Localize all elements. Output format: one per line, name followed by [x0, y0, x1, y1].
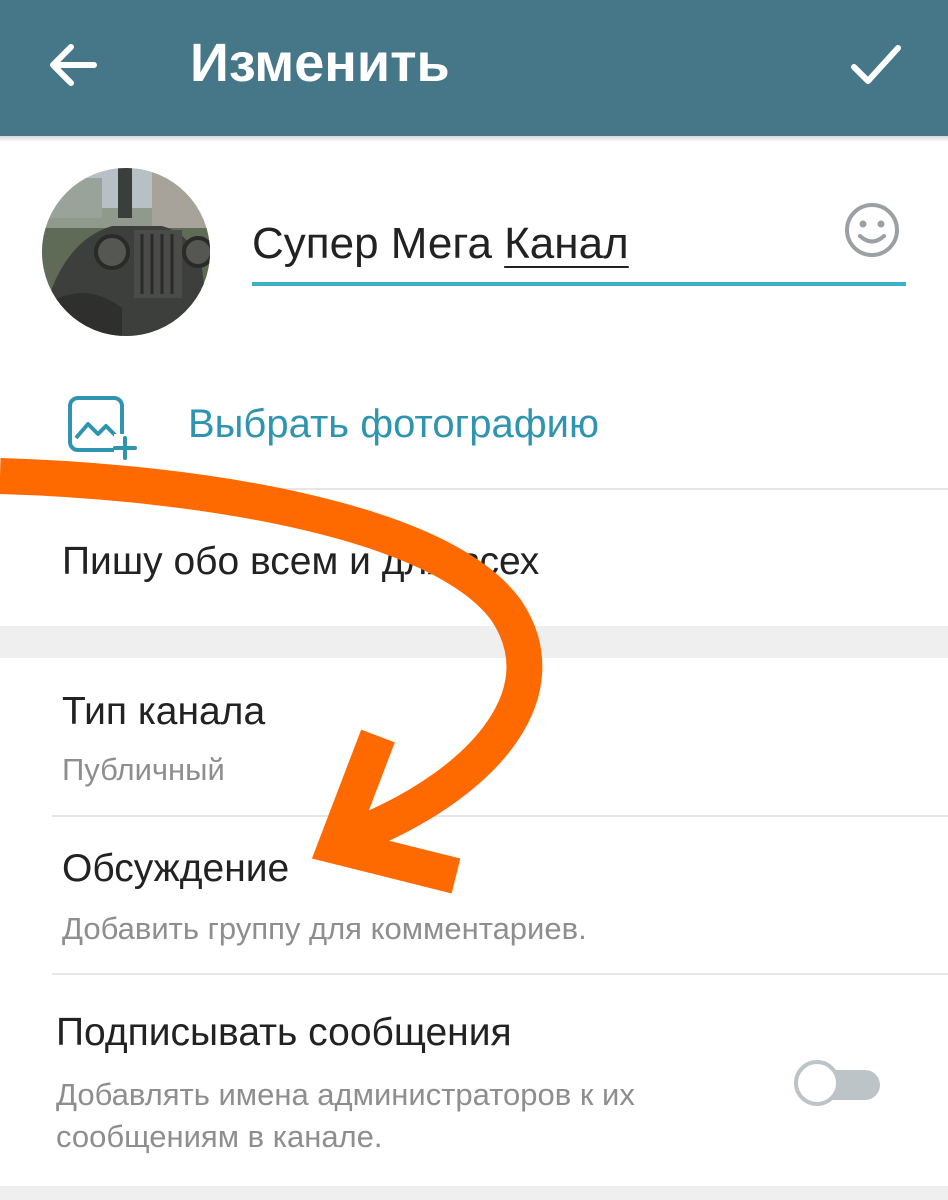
- checkmark-icon: [851, 45, 901, 84]
- toggle-thumb[interactable]: [794, 1060, 840, 1106]
- setting-title: Обсуждение: [62, 847, 290, 890]
- name-input-underline: [252, 282, 906, 286]
- app-bar-shadow: [0, 136, 948, 142]
- channel-name-text: Супер Мега: [252, 219, 505, 268]
- setting-subtitle: Добавить группу для комментариев.: [62, 911, 587, 946]
- setting-value: Публичный: [62, 752, 225, 787]
- add-photo-icon: [66, 394, 138, 460]
- channel-name-text-underlined: Канал: [504, 219, 629, 268]
- channel-description-text: Пишу обо всем и для всех: [62, 540, 540, 583]
- setting-title: Тип канала: [62, 690, 266, 733]
- setting-subtitle-line: сообщениям в канале.: [56, 1119, 383, 1154]
- smiley-icon: [845, 203, 899, 257]
- setting-subtitle-line: Добавлять имена администраторов к их: [56, 1077, 635, 1112]
- page-title: Изменить: [190, 33, 450, 93]
- section-separator: [0, 1186, 948, 1200]
- app-bar: Изменить: [0, 0, 948, 136]
- channel-avatar[interactable]: [42, 168, 210, 336]
- channel-description-input[interactable]: Пишу обо всем и для всех: [0, 490, 948, 626]
- setting-channel-type[interactable]: Тип канала Публичный: [0, 658, 948, 816]
- confirm-button[interactable]: [846, 36, 904, 94]
- emoji-button[interactable]: [842, 200, 902, 260]
- arrow-left-icon: [50, 44, 97, 86]
- choose-photo-button[interactable]: Выбрать фотографию: [0, 360, 948, 488]
- channel-name-input[interactable]: Супер Мега Канал: [252, 206, 812, 282]
- setting-title: Подписывать сообщения: [56, 1011, 512, 1054]
- back-button[interactable]: [44, 36, 102, 94]
- avatar-photo: [42, 168, 210, 336]
- section-separator: [0, 626, 948, 658]
- choose-photo-label: Выбрать фотографию: [188, 402, 599, 446]
- setting-discussion[interactable]: Обсуждение Добавить группу для комментар…: [0, 817, 948, 973]
